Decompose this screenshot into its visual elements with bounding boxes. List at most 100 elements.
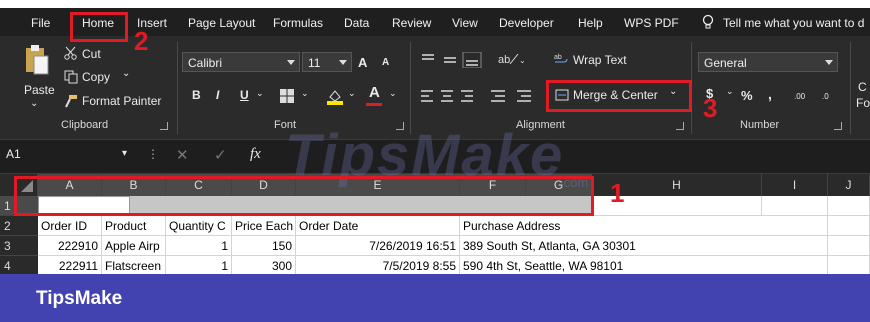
tab-data[interactable]: Data — [344, 16, 369, 30]
cell-address[interactable]: 389 South St, Atlanta, GA 30301 — [460, 236, 762, 256]
tab-help[interactable]: Help — [578, 16, 603, 30]
cell[interactable] — [828, 256, 870, 276]
vertical-align-icons — [422, 52, 482, 68]
number-format-value: General — [704, 56, 747, 70]
shrink-font-button[interactable]: A — [382, 57, 389, 68]
italic-button[interactable]: I — [216, 88, 219, 102]
cell-address[interactable]: 590 4th St, Seattle, WA 98101 — [460, 256, 762, 276]
alignment-dialog-launcher-icon[interactable] — [676, 122, 684, 130]
cell[interactable] — [762, 196, 828, 216]
tab-wps-pdf[interactable]: WPS PDF — [624, 16, 679, 30]
borders-dropdown-icon[interactable]: ⌄ — [301, 88, 309, 99]
currency-dropdown-icon[interactable]: ⌄ — [726, 86, 734, 97]
copy-button[interactable]: Copy — [82, 70, 110, 84]
styles-partial-bottom[interactable]: Fo — [856, 96, 870, 110]
cell-product-header[interactable]: Product — [102, 216, 166, 236]
cell[interactable] — [762, 216, 828, 236]
percent-button[interactable]: % — [741, 88, 753, 103]
cell-quantity[interactable]: 1 — [166, 236, 232, 256]
name-box-dropdown-icon[interactable]: ▾ — [122, 148, 127, 159]
annotation-number-3: 3 — [703, 93, 718, 123]
underline-dropdown-icon[interactable]: ⌄ — [256, 88, 264, 99]
wrap-text-button[interactable]: Wrap Text — [573, 53, 627, 67]
cell-product[interactable]: Flatscreen — [102, 256, 166, 276]
cell[interactable] — [762, 256, 828, 276]
name-box[interactable]: A1 — [6, 147, 132, 167]
decrease-decimal-button[interactable]: .0 — [822, 92, 829, 101]
scissors-icon[interactable] — [64, 46, 78, 60]
number-format-select[interactable]: General — [698, 52, 838, 72]
format-painter-icon[interactable] — [64, 94, 78, 108]
cell-product[interactable]: Apple Airp — [102, 236, 166, 256]
tab-review[interactable]: Review — [392, 16, 431, 30]
row-header-4[interactable]: 4 — [0, 256, 38, 276]
more-options-icon[interactable]: ⋮ — [147, 147, 159, 161]
tab-page-layout[interactable]: Page Layout — [188, 16, 255, 30]
cell-price-header[interactable]: Price Each — [232, 216, 296, 236]
underline-button[interactable]: U — [240, 88, 249, 102]
row-header-3[interactable]: 3 — [0, 236, 38, 256]
chevron-down-icon — [825, 60, 833, 65]
tell-me-search[interactable]: Tell me what you want to d — [723, 16, 864, 30]
cell-order-id[interactable]: 222911 — [38, 256, 102, 276]
cell-order-date[interactable]: 7/26/2019 16:51 — [296, 236, 460, 256]
excel-window: File Home Insert Page Layout Formulas Da… — [0, 0, 870, 322]
number-dialog-launcher-icon[interactable] — [834, 122, 842, 130]
ribbon-separator — [850, 42, 851, 134]
menu-bar: File Home Insert Page Layout Formulas Da… — [0, 0, 870, 36]
font-color-button[interactable]: A — [369, 84, 380, 101]
column-header-i[interactable]: I — [762, 174, 828, 196]
clipboard-dialog-launcher-icon[interactable] — [160, 122, 168, 130]
cell-quantity[interactable]: 1 — [166, 256, 232, 276]
paste-icon[interactable] — [24, 44, 50, 76]
bold-button[interactable]: B — [192, 88, 201, 102]
orientation-icon[interactable]: ab ⌄ — [498, 50, 526, 68]
copy-dropdown-icon[interactable]: ⌄ — [122, 68, 130, 79]
row-header-2[interactable]: 2 — [0, 216, 38, 236]
font-color-dropdown-icon[interactable]: ⌄ — [389, 88, 397, 99]
enter-icon[interactable]: ✓ — [214, 146, 227, 164]
cancel-icon[interactable]: ✕ — [176, 146, 189, 164]
paste-dropdown-icon[interactable]: ⌄ — [30, 98, 38, 109]
insert-function-button[interactable]: fx — [250, 146, 261, 163]
column-header-j[interactable]: J — [828, 174, 870, 196]
annotation-box-row-selection — [14, 176, 594, 216]
ribbon-separator — [410, 42, 411, 134]
styles-partial-top[interactable]: C — [858, 80, 867, 94]
grow-font-button[interactable]: A — [358, 55, 367, 70]
paste-button[interactable]: Paste — [24, 83, 55, 97]
cell-quantity-header[interactable]: Quantity C — [166, 216, 232, 236]
cell[interactable] — [828, 236, 870, 256]
fill-color-dropdown-icon[interactable]: ⌄ — [348, 88, 356, 99]
fill-color-icon[interactable] — [326, 87, 344, 105]
wrap-text-icon[interactable]: ab — [554, 52, 568, 66]
cell[interactable] — [762, 236, 828, 256]
cell-order-id-header[interactable]: Order ID — [38, 216, 102, 236]
cell-price[interactable]: 300 — [232, 256, 296, 276]
lightbulb-icon — [702, 14, 714, 29]
copy-icon[interactable] — [64, 70, 78, 84]
cell-order-id[interactable]: 222910 — [38, 236, 102, 256]
tab-file[interactable]: File — [31, 16, 50, 30]
footer-brand: TipsMake — [36, 288, 123, 309]
increase-decimal-button[interactable]: .00 — [794, 92, 805, 101]
borders-icon[interactable] — [279, 88, 295, 104]
cut-button[interactable]: Cut — [82, 47, 101, 61]
cell[interactable] — [828, 216, 870, 236]
tab-formulas[interactable]: Formulas — [273, 16, 323, 30]
chevron-down-icon — [339, 60, 347, 65]
tab-developer[interactable]: Developer — [499, 16, 554, 30]
format-painter-button[interactable]: Format Painter — [82, 94, 161, 108]
cell-order-date[interactable]: 7/5/2019 8:55 — [296, 256, 460, 276]
cell-address-header[interactable]: Purchase Address — [460, 216, 762, 236]
ribbon-separator — [177, 42, 178, 134]
font-name-select[interactable]: Calibri — [182, 52, 300, 72]
cell[interactable] — [828, 196, 870, 216]
cell-order-date-header[interactable]: Order Date — [296, 216, 460, 236]
font-size-select[interactable]: 11 — [302, 52, 352, 72]
comma-style-button[interactable]: , — [768, 86, 772, 102]
annotation-number-1: 1 — [610, 178, 625, 208]
name-box-value: A1 — [6, 147, 21, 161]
cell-price[interactable]: 150 — [232, 236, 296, 256]
tab-view[interactable]: View — [452, 16, 478, 30]
